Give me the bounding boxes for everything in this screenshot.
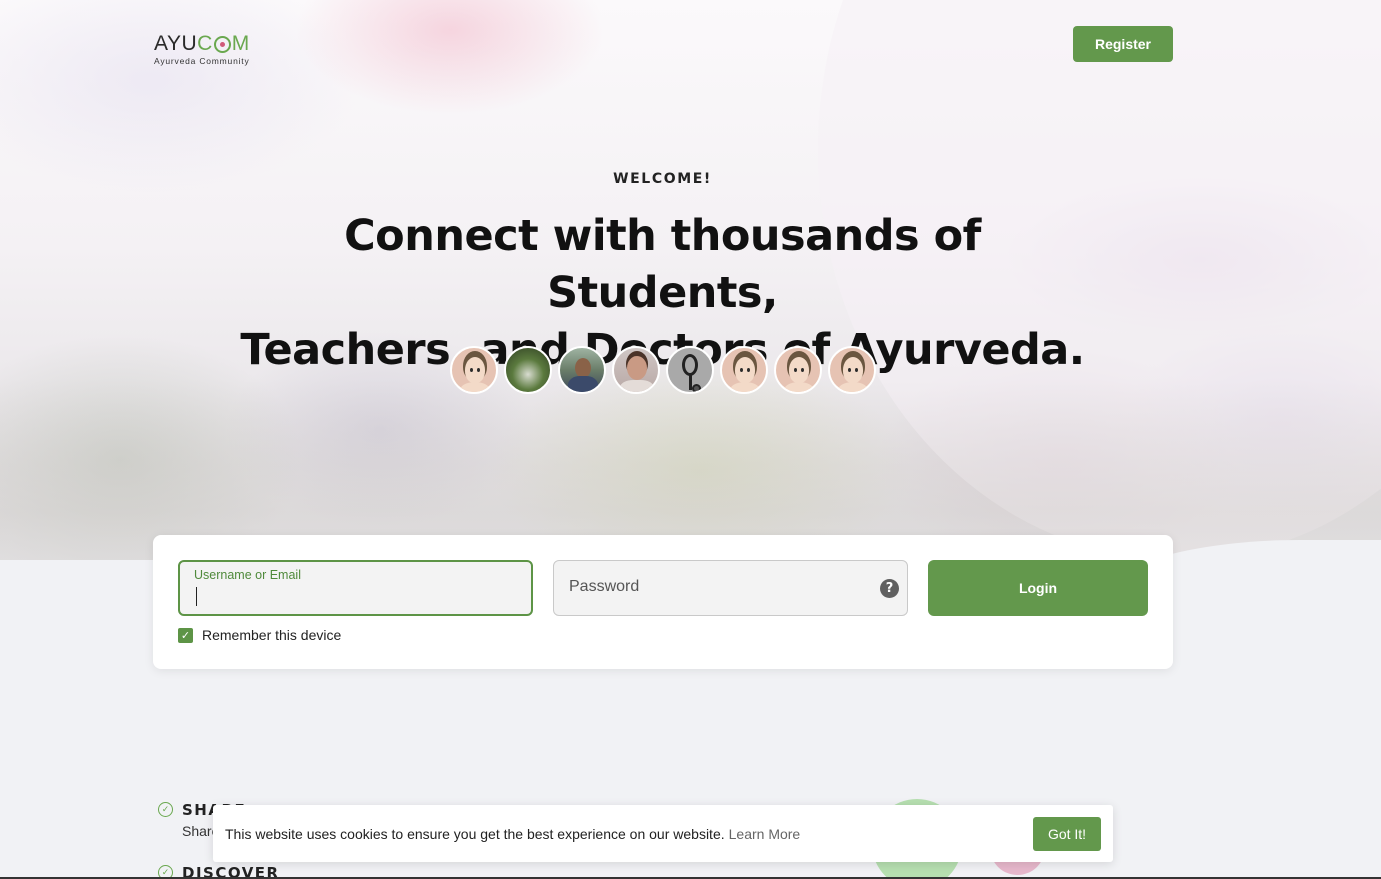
default-avatar-icon[interactable] — [774, 346, 822, 394]
login-form: Username or Email Password ? Login ✓ Rem… — [153, 535, 1173, 669]
welcome-eyebrow: WELCOME! — [613, 171, 712, 187]
man-portrait-photo-avatar[interactable] — [612, 346, 660, 394]
logo-o-icon — [213, 35, 231, 53]
headline-line-1: Connect with thousands of Students, — [344, 211, 981, 318]
username-field[interactable]: Username or Email — [178, 560, 533, 616]
login-button[interactable]: Login — [928, 560, 1148, 616]
plant-photo-avatar[interactable] — [504, 346, 552, 394]
remember-checkbox[interactable]: ✓ — [178, 627, 193, 643]
remember-device[interactable]: ✓ Remember this device — [178, 627, 341, 643]
default-avatar-icon[interactable] — [828, 346, 876, 394]
accept-cookies-button[interactable]: Got It! — [1033, 817, 1101, 851]
register-button[interactable]: Register — [1073, 26, 1173, 62]
logo[interactable]: AYU C M Ayurveda Community — [154, 33, 250, 67]
member-avatars — [450, 346, 876, 394]
help-icon[interactable]: ? — [880, 579, 899, 598]
username-input[interactable] — [194, 586, 494, 608]
remember-label: Remember this device — [202, 627, 342, 643]
logo-text-suffix: M — [231, 32, 250, 55]
logo-tagline: Ayurveda Community — [154, 56, 250, 66]
stethoscope-avatar-icon[interactable] — [666, 346, 714, 394]
learn-more-link[interactable]: Learn More — [729, 826, 801, 842]
password-placeholder: Password — [569, 578, 640, 595]
password-field[interactable]: Password ? — [553, 560, 908, 616]
logo-text-prefix: AYU — [154, 32, 198, 55]
default-avatar-icon[interactable] — [720, 346, 768, 394]
default-avatar-icon[interactable] — [450, 346, 498, 394]
cookie-banner: This website uses cookies to ensure you … — [213, 805, 1113, 862]
cookie-message: This website uses cookies to ensure you … — [225, 825, 725, 842]
username-label: Username or Email — [194, 568, 301, 582]
man-outdoor-photo-avatar[interactable] — [558, 346, 606, 394]
check-circle-icon: ✓ — [158, 802, 173, 817]
logo-wordmark: AYU C M — [154, 33, 250, 55]
logo-text-c: C — [197, 32, 213, 55]
